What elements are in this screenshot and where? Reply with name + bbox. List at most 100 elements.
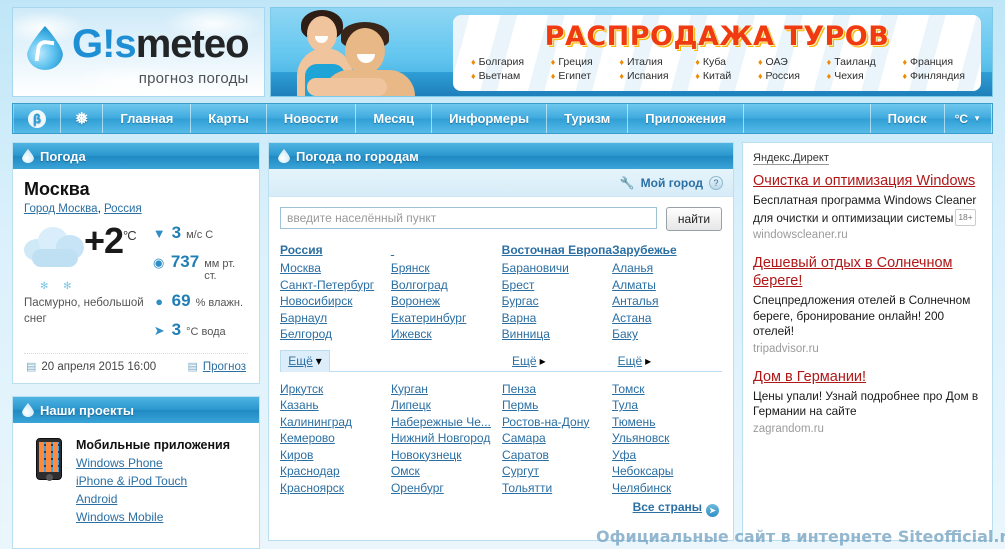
city-link[interactable]: Пермь [502,397,612,414]
city-link[interactable]: Астана [612,310,722,327]
city-link[interactable]: Санкт-Петербург [280,277,391,294]
question-mark-icon[interactable]: ? [709,175,723,190]
city-link[interactable]: Сургут [502,463,612,480]
city-link[interactable]: Уфа [612,447,722,464]
city-link[interactable]: Липецк [391,397,502,414]
city-link[interactable]: Краснодар [280,463,391,480]
breadcrumb-city-link[interactable]: Город Москва [24,203,98,215]
cities-column-header[interactable]: Восточная Европа [502,243,612,257]
project-link-windows-phone[interactable]: Windows Phone [76,456,230,470]
ad-url[interactable]: windowscleaner.ru [753,229,982,241]
more-link-eastern-europe[interactable]: Ещё ▸ [512,350,546,372]
banner-country: ОАЭ [758,56,800,68]
metric-pressure: ◉ 737 мм рт. ст. [152,252,248,282]
city-link[interactable]: Ижевск [391,326,502,343]
temperature-unit: °C [123,228,137,243]
nav-item-main[interactable]: Главная [103,104,192,133]
city-link[interactable]: Иркутск [280,381,391,398]
nav-item-maps[interactable]: Карты [191,104,267,133]
city-link[interactable]: Кемерово [280,430,391,447]
city-link[interactable]: Нижний Новгород [391,430,502,447]
all-countries-link[interactable]: Все страны ➤ [633,500,719,517]
city-link[interactable]: Ростов-на-Дону [502,414,612,431]
nav-units-selector[interactable]: °C ▼ [945,104,992,133]
city-link[interactable]: Ульяновск [612,430,722,447]
nav-item-informers[interactable]: Информеры [432,104,548,133]
ad-url[interactable]: tripadvisor.ru [753,343,982,355]
breadcrumb-country-link[interactable]: Россия [104,203,142,215]
ad-title[interactable]: Дом в Германии! [753,368,982,386]
ad-title[interactable]: Очистка и оптимизация Windows [753,172,982,190]
city-link[interactable]: Баку [612,326,722,343]
ads-label[interactable]: Яндекс.Директ [753,152,829,165]
city-link[interactable]: Тольятти [502,480,612,497]
city-link[interactable]: Алматы [612,277,722,294]
city-link[interactable]: Брест [502,277,612,294]
ad-url[interactable]: zagrandom.ru [753,423,982,435]
city-link[interactable]: Казань [280,397,391,414]
city-link[interactable]: Варна [502,310,612,327]
nav-item-search[interactable]: Поиск [871,104,945,133]
more-link-abroad[interactable]: Ещё ▸ [618,350,652,372]
city-link[interactable]: Бургас [502,293,612,310]
weather-panel: Погода Москва Город Москва, Россия +2°C … [12,142,260,384]
cities-bottom-column-2: Курган Липецк Набережные Че... Нижний Но… [391,381,502,497]
city-link[interactable]: Новокузнецк [391,447,502,464]
city-link[interactable]: Брянск [391,260,502,277]
metric-water-temp: ➤ 3 °С вода [152,320,248,340]
search-input[interactable] [280,207,657,229]
city-link[interactable]: Набережные Че... [391,414,502,431]
city-link[interactable]: Тула [612,397,722,414]
banner-country-col: ОАЭ Россия [758,56,800,82]
city-link[interactable]: Киров [280,447,391,464]
city-link[interactable]: Пенза [502,381,612,398]
project-link-android[interactable]: Android [76,492,230,506]
city-link[interactable]: Аланья [612,260,722,277]
nav-spacer [744,104,871,133]
ad-banner[interactable]: РАСПРОДАЖА ТУРОВ Болгария Вьетнам Греция… [270,7,993,97]
city-link[interactable]: Красноярск [280,480,391,497]
city-link[interactable]: Курган [391,381,502,398]
nav-beta-button[interactable]: β [13,104,61,133]
site-logo[interactable]: G!smeteo прогноз погоды [12,7,265,97]
my-city-link[interactable]: Мой город [641,176,703,190]
nav-item-apps[interactable]: Приложения [628,104,745,133]
nav-item-month[interactable]: Месяц [356,104,433,133]
nav-item-news[interactable]: Новости [267,104,357,133]
city-link[interactable]: Оренбург [391,480,502,497]
city-link[interactable]: Самара [502,430,612,447]
city-link[interactable]: Челябинск [612,480,722,497]
project-link-windows-mobile[interactable]: Windows Mobile [76,510,230,524]
city-link[interactable]: Томск [612,381,722,398]
cities-top-grid: Россия Москва Санкт-Петербург Новосибирс… [269,241,733,372]
city-link[interactable]: Винница [502,326,612,343]
city-link[interactable]: Тюмень [612,414,722,431]
city-link[interactable]: Волгоград [391,277,502,294]
nav-item-tourism[interactable]: Туризм [547,104,629,133]
city-link[interactable]: Саратов [502,447,612,464]
cities-column-header[interactable]: Зарубежье [612,243,722,257]
nav-snow-button[interactable]: ❅ [61,104,104,133]
city-link[interactable]: Калининград [280,414,391,431]
metric-humidity: ● 69 % влажн. [152,291,248,311]
search-button[interactable]: найти [666,207,722,231]
city-link[interactable]: Омск [391,463,502,480]
city-link[interactable]: Новосибирск [280,293,391,310]
page-root: G!smeteo прогноз погоды РАСПРОДАЖА ТУРОВ… [0,0,1005,549]
wrench-icon[interactable]: 🔧 [620,176,635,190]
city-link[interactable]: Чебоксары [612,463,722,480]
ad-title[interactable]: Дешевый отдых в Солнечном береге! [753,254,982,290]
forecast-link[interactable]: Прогноз [203,361,246,373]
city-link[interactable]: Анталья [612,293,722,310]
banner-country: Финляндия [902,70,965,82]
city-link[interactable]: Барнаул [280,310,391,327]
city-link[interactable]: Воронеж [391,293,502,310]
city-link[interactable]: Белгород [280,326,391,343]
more-tab-russia[interactable]: Ещё ▾ [280,349,330,372]
city-link[interactable]: Екатеринбург [391,310,502,327]
project-link-iphone[interactable]: iPhone & iPod Touch [76,474,230,488]
city-link[interactable]: Москва [280,260,391,277]
cities-column-russia-2: Брянск Волгоград Воронеж Екатеринбург Иж… [391,243,502,343]
cities-column-header[interactable]: Россия [280,243,391,257]
city-link[interactable]: Барановичи [502,260,612,277]
